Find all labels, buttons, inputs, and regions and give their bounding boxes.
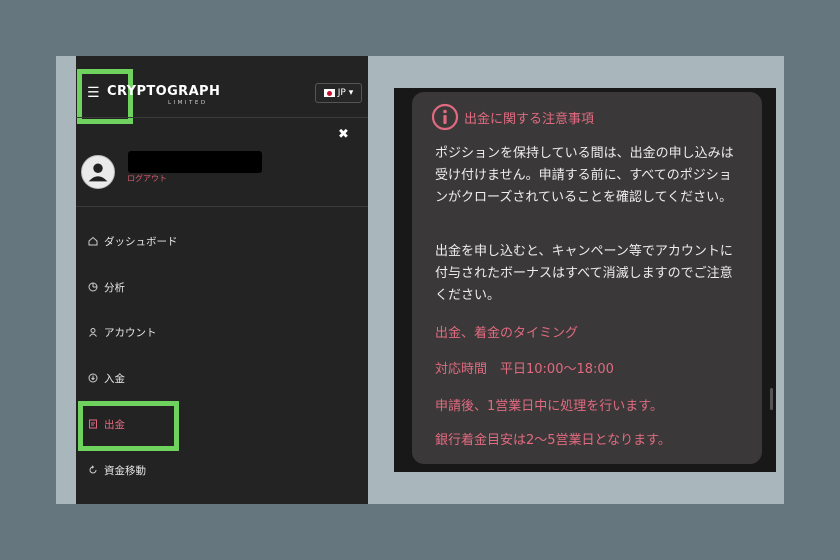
transfer-icon	[88, 465, 98, 475]
notice-title: 出金に関する注意事項	[464, 112, 595, 127]
close-icon[interactable]: ✖	[338, 128, 349, 142]
logo-text: CRYPTOGRAPH	[107, 84, 221, 99]
timing-heading: 出金、着金のタイミング	[435, 326, 579, 341]
bank-arrival-note: 銀行着金目安は2〜5営業日となります。	[435, 433, 671, 448]
user-icon	[88, 327, 98, 337]
notice-paragraph: 出金を申し込むと、キャンペーン等でアカウントに付与されたボーナスはすべて消滅しま…	[435, 244, 733, 303]
sidebar-item-analysis[interactable]: 分析	[88, 278, 125, 296]
sidebar-item-label: ダッシュボード	[104, 235, 178, 248]
scrollbar-thumb[interactable]	[770, 388, 773, 410]
business-hours: 対応時間 平日10:00〜18:00	[435, 362, 614, 377]
chart-icon	[88, 282, 98, 292]
redacted-username	[128, 151, 262, 173]
sidebar-item-account[interactable]: アカウント	[88, 323, 157, 341]
header-divider	[76, 117, 368, 118]
logout-link[interactable]: ログアウト	[127, 173, 167, 184]
notice-paragraph: ポジションを保持している間は、出金の申し込みは受け付けません。申請する前に、すべ…	[435, 146, 734, 205]
sidebar-item-label: アカウント	[104, 326, 157, 339]
sidebar-item-label: 入金	[104, 372, 125, 385]
japan-flag-icon	[323, 89, 335, 97]
deposit-icon	[88, 373, 98, 383]
user-icon	[88, 163, 108, 182]
language-selector[interactable]: JP ▾	[315, 83, 362, 103]
info-icon	[431, 103, 459, 131]
profile-divider	[76, 206, 368, 207]
avatar	[81, 155, 115, 189]
sidebar-item-deposit[interactable]: 入金	[88, 369, 125, 387]
language-label: JP	[337, 88, 346, 98]
sidebar-item-label: 資金移動	[104, 464, 146, 477]
home-icon	[88, 236, 98, 246]
processing-note: 申請後、1営業日中に処理を行います。	[435, 399, 663, 414]
sidebar-item-label: 分析	[104, 281, 125, 294]
highlight-box-withdraw	[78, 401, 179, 451]
chevron-down-icon: ▾	[348, 88, 354, 98]
sidebar-item-transfer[interactable]: 資金移動	[88, 461, 146, 479]
logo-subtext: LIMITED	[168, 100, 208, 106]
sidebar-item-dashboard[interactable]: ダッシュボード	[88, 232, 178, 250]
